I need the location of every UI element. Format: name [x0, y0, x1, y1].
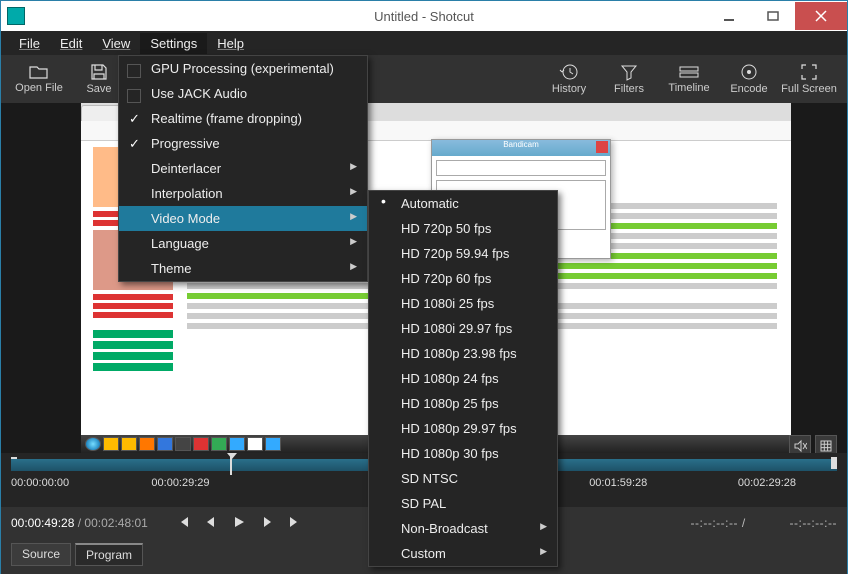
- menu-vm-item[interactable]: HD 1080p 25 fps: [369, 391, 557, 416]
- tab-program[interactable]: Program: [75, 543, 143, 566]
- menu-gpu-processing[interactable]: GPU Processing (experimental): [119, 56, 367, 81]
- menu-vm-item[interactable]: SD NTSC: [369, 466, 557, 491]
- menu-vm-item[interactable]: SD PAL: [369, 491, 557, 516]
- skip-end-button[interactable]: [288, 515, 302, 532]
- history-button[interactable]: History: [541, 63, 597, 95]
- time-marker: 00:02:29:28: [738, 477, 796, 489]
- window-title: Untitled - Shotcut: [374, 9, 474, 24]
- out-point-icon[interactable]: [831, 457, 837, 469]
- menu-video-mode[interactable]: Video Mode: [119, 206, 367, 231]
- fullscreen-button[interactable]: Full Screen: [781, 63, 837, 95]
- menu-use-jack[interactable]: Use JACK Audio: [119, 81, 367, 106]
- menu-vm-item[interactable]: HD 720p 50 fps: [369, 216, 557, 241]
- fullscreen-icon: [800, 63, 818, 81]
- menu-vm-non-broadcast[interactable]: Non-Broadcast: [369, 516, 557, 541]
- menu-vm-item[interactable]: HD 720p 60 fps: [369, 266, 557, 291]
- playhead[interactable]: [230, 455, 240, 475]
- timeline-button[interactable]: Timeline: [661, 64, 717, 94]
- step-back-icon: [204, 515, 218, 529]
- menu-file[interactable]: File: [9, 33, 50, 54]
- speaker-mute-icon: [793, 439, 807, 453]
- menubar: File Edit View Settings Help: [1, 31, 847, 55]
- prev-frame-button[interactable]: [204, 515, 218, 532]
- grid-icon: [819, 439, 833, 453]
- video-mode-submenu: Automatic HD 720p 50 fps HD 720p 59.94 f…: [368, 190, 558, 567]
- app-icon: [7, 7, 25, 25]
- settings-dropdown: GPU Processing (experimental) Use JACK A…: [118, 55, 368, 282]
- skip-end-icon: [288, 515, 302, 529]
- menu-vm-item[interactable]: HD 1080p 29.97 fps: [369, 416, 557, 441]
- menu-settings[interactable]: Settings: [140, 33, 207, 54]
- time-marker: 00:01:59:28: [589, 477, 647, 489]
- history-icon: [559, 63, 579, 81]
- menu-vm-item[interactable]: HD 1080p 30 fps: [369, 441, 557, 466]
- menu-vm-automatic[interactable]: Automatic: [369, 191, 557, 216]
- menu-vm-item[interactable]: HD 1080i 29.97 fps: [369, 316, 557, 341]
- next-frame-button[interactable]: [260, 515, 274, 532]
- menu-progressive[interactable]: Progressive: [119, 131, 367, 156]
- encode-button[interactable]: Encode: [721, 63, 777, 95]
- time-marker: 00:00:29:29: [151, 477, 209, 489]
- filter-icon: [620, 63, 638, 81]
- menu-view[interactable]: View: [92, 33, 140, 54]
- menu-realtime[interactable]: Realtime (frame dropping): [119, 106, 367, 131]
- maximize-button[interactable]: [751, 2, 795, 30]
- encode-icon: [740, 63, 758, 81]
- play-icon: [232, 515, 246, 529]
- menu-vm-item[interactable]: HD 720p 59.94 fps: [369, 241, 557, 266]
- menu-deinterlacer[interactable]: Deinterlacer: [119, 156, 367, 181]
- menu-edit[interactable]: Edit: [50, 33, 92, 54]
- tab-source[interactable]: Source: [11, 543, 71, 566]
- time-display: 00:00:49:28 / 00:02:48:01: [11, 516, 148, 530]
- play-button[interactable]: [232, 515, 246, 532]
- openfile-button[interactable]: Open File: [11, 64, 67, 94]
- menu-interpolation[interactable]: Interpolation: [119, 181, 367, 206]
- close-button[interactable]: [795, 2, 847, 30]
- filters-button[interactable]: Filters: [601, 63, 657, 95]
- menu-language[interactable]: Language: [119, 231, 367, 256]
- skip-start-icon: [176, 515, 190, 529]
- menu-help[interactable]: Help: [207, 33, 254, 54]
- menu-theme[interactable]: Theme: [119, 256, 367, 281]
- timeline-icon: [679, 64, 699, 80]
- titlebar: Untitled - Shotcut: [1, 1, 847, 31]
- app-window: Untitled - Shotcut File Edit View Settin…: [0, 0, 848, 574]
- minimize-button[interactable]: [707, 2, 751, 30]
- menu-vm-item[interactable]: HD 1080i 25 fps: [369, 291, 557, 316]
- step-forward-icon: [260, 515, 274, 529]
- folder-open-icon: [29, 64, 49, 80]
- menu-vm-item[interactable]: HD 1080p 24 fps: [369, 366, 557, 391]
- time-marker: 00:00:00:00: [11, 477, 69, 489]
- save-icon: [90, 63, 108, 81]
- skip-start-button[interactable]: [176, 515, 190, 532]
- menu-vm-item[interactable]: HD 1080p 23.98 fps: [369, 341, 557, 366]
- menu-vm-custom[interactable]: Custom: [369, 541, 557, 566]
